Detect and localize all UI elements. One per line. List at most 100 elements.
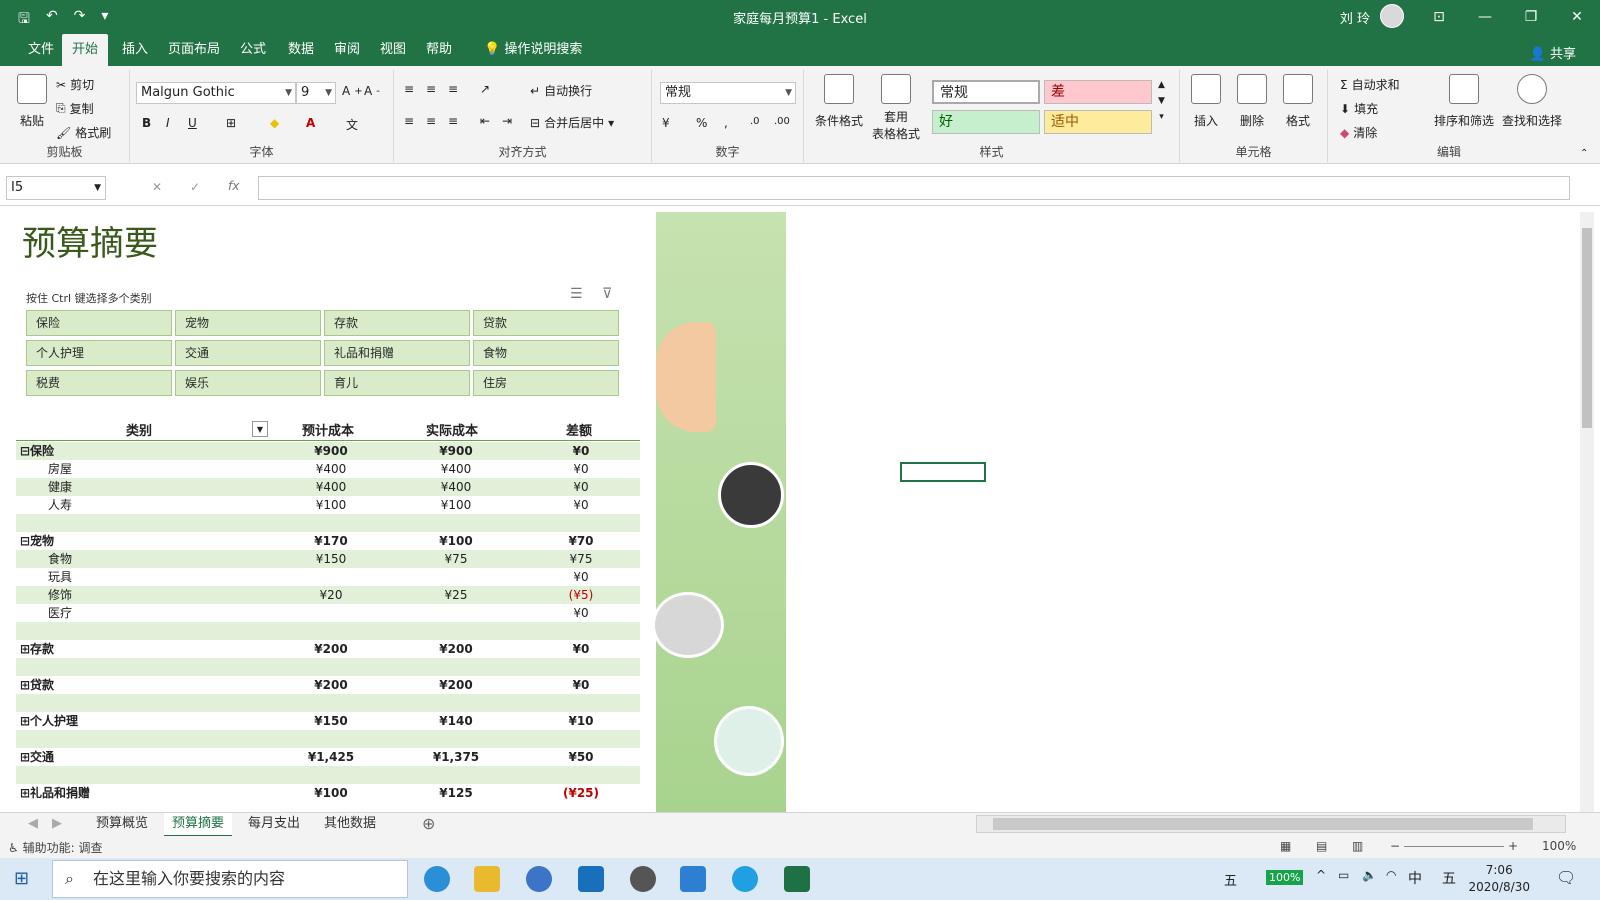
- decrease-decimal-icon[interactable]: .00: [774, 116, 790, 127]
- increase-indent-icon[interactable]: ⇥: [502, 114, 512, 128]
- number-format-select[interactable]: 常规 ▼: [660, 82, 796, 104]
- worksheet[interactable]: 预算摘要 按住 Ctrl 键选择多个类别 ☰ ⊽ 保险 宠物 存款 贷款 个人护理 交通礼…: [0, 212, 1568, 812]
- insert-function-icon[interactable]: fx: [228, 179, 239, 193]
- tab-view[interactable]: 视图: [370, 34, 416, 66]
- selected-cell[interactable]: [900, 462, 986, 482]
- currency-icon[interactable]: ¥: [662, 116, 670, 130]
- slicer-item[interactable]: 保险: [26, 310, 172, 336]
- table-row[interactable]: ⊞个人护理 ¥150 ¥140 ¥10: [16, 712, 640, 730]
- language-indicator[interactable]: 中: [1408, 868, 1422, 888]
- filter-dropdown-icon[interactable]: ▼: [252, 421, 268, 437]
- style-normal[interactable]: 常规: [932, 80, 1040, 104]
- paste-button[interactable]: 粘贴: [12, 74, 52, 129]
- table-row[interactable]: 健康 ¥400 ¥400 ¥0: [16, 478, 640, 496]
- table-row[interactable]: ⊟保险 ¥900 ¥900 ¥0: [16, 442, 640, 460]
- table-row[interactable]: [16, 622, 640, 640]
- tab-file[interactable]: 文件: [18, 34, 64, 66]
- tab-page-layout[interactable]: 页面布局: [158, 34, 230, 66]
- phonetic-icon[interactable]: 文: [346, 116, 358, 133]
- scroll-thumb[interactable]: [1582, 228, 1592, 428]
- table-row[interactable]: ⊞礼品和捐赠 ¥100 ¥125 (¥25): [16, 784, 640, 802]
- underline-button[interactable]: U: [188, 116, 197, 130]
- photos-icon[interactable]: [680, 866, 706, 892]
- format-as-table-button[interactable]: 套用 表格格式: [866, 74, 926, 142]
- italic-button[interactable]: I: [166, 116, 170, 130]
- zoom-in-icon[interactable]: +: [1508, 839, 1518, 853]
- excel-icon[interactable]: [784, 866, 810, 892]
- tab-data[interactable]: 数据: [278, 34, 324, 66]
- orientation-icon[interactable]: ↗: [480, 82, 490, 96]
- font-color-icon[interactable]: A: [306, 116, 315, 130]
- zoom-slider[interactable]: [1404, 846, 1504, 847]
- tab-review[interactable]: 审阅: [324, 34, 370, 66]
- table-row[interactable]: 房屋 ¥400 ¥400 ¥0: [16, 460, 640, 478]
- decrease-font-icon[interactable]: A-: [364, 84, 380, 98]
- slicer-item[interactable]: 食物: [473, 340, 619, 366]
- view-page-break-icon[interactable]: ▥: [1352, 839, 1363, 853]
- sheet-tab-monthly[interactable]: 每月支出: [240, 813, 308, 837]
- border-icon[interactable]: ⊞: [226, 116, 236, 130]
- table-row[interactable]: ⊞贷款 ¥200 ¥200 ¥0: [16, 676, 640, 694]
- clock-app-icon[interactable]: [526, 866, 552, 892]
- clear-button[interactable]: ◆ 清除: [1340, 124, 1377, 141]
- copy-button[interactable]: ⎘ 复制: [56, 100, 94, 117]
- table-row[interactable]: [16, 730, 640, 748]
- find-select-button[interactable]: 查找和选择: [1500, 74, 1564, 129]
- mail-icon[interactable]: [578, 866, 604, 892]
- percent-icon[interactable]: %: [696, 116, 707, 130]
- comma-icon[interactable]: ,: [724, 116, 728, 130]
- slicer-item[interactable]: 礼品和捐赠: [324, 340, 470, 366]
- tab-insert[interactable]: 插入: [112, 34, 158, 66]
- autosum-button[interactable]: Σ 自动求和: [1340, 76, 1400, 93]
- enter-icon[interactable]: ✓: [190, 180, 200, 194]
- multi-select-icon[interactable]: ☰: [570, 286, 583, 302]
- bold-button[interactable]: B: [142, 116, 151, 130]
- cut-button[interactable]: ✂ 剪切: [56, 76, 94, 93]
- increase-decimal-icon[interactable]: .0: [750, 116, 760, 127]
- conditional-format-button[interactable]: 条件格式: [814, 74, 864, 129]
- view-normal-icon[interactable]: ▦: [1280, 839, 1291, 853]
- font-size-select[interactable]: 9 ▼: [296, 82, 336, 104]
- decrease-indent-icon[interactable]: ⇤: [480, 114, 490, 128]
- table-row[interactable]: [16, 514, 640, 532]
- close-icon[interactable]: ✕: [1554, 0, 1600, 34]
- slicer-item[interactable]: 住房: [473, 370, 619, 396]
- align-middle-icon[interactable]: ≡: [426, 82, 436, 96]
- sheet-tab-summary[interactable]: 预算摘要: [164, 813, 233, 837]
- next-sheet-icon[interactable]: ▶: [44, 813, 70, 837]
- battery-icon[interactable]: ▭: [1338, 868, 1349, 882]
- wifi-icon[interactable]: ◠: [1386, 868, 1396, 882]
- slicer-item[interactable]: 税费: [26, 370, 172, 396]
- ribbon-display-icon[interactable]: ⊡: [1416, 0, 1462, 34]
- tell-me-search[interactable]: 💡 操作说明搜索: [474, 34, 592, 66]
- ie-icon[interactable]: [732, 866, 758, 892]
- slicer-item[interactable]: 育儿: [324, 370, 470, 396]
- add-sheet-icon[interactable]: ⊕: [414, 813, 443, 837]
- formula-input[interactable]: [258, 176, 1570, 200]
- tab-help[interactable]: 帮助: [416, 34, 462, 66]
- slicer-item[interactable]: 个人护理: [26, 340, 172, 366]
- sheet-tab-other[interactable]: 其他数据: [316, 813, 384, 837]
- table-row[interactable]: ⊞存款 ¥200 ¥200 ¥0: [16, 640, 640, 658]
- table-row[interactable]: [16, 694, 640, 712]
- windows-start-icon[interactable]: ⊞: [14, 868, 29, 889]
- volume-icon[interactable]: 🔈: [1362, 868, 1377, 882]
- font-name-select[interactable]: Malgun Gothic ▼: [136, 82, 296, 104]
- insert-cells-button[interactable]: 插入: [1186, 74, 1226, 129]
- minimize-icon[interactable]: —: [1462, 0, 1508, 34]
- file-explorer-icon[interactable]: [474, 866, 500, 892]
- slicer-item[interactable]: 贷款: [473, 310, 619, 336]
- delete-cells-button[interactable]: 删除: [1232, 74, 1272, 129]
- style-bad[interactable]: 差: [1044, 80, 1152, 104]
- share-button[interactable]: 👤 共享: [1530, 43, 1576, 62]
- align-top-icon[interactable]: ≡: [404, 82, 414, 96]
- hscroll-thumb[interactable]: [993, 818, 1533, 830]
- align-left-icon[interactable]: ≡: [404, 114, 414, 128]
- sheet-tab-overview[interactable]: 预算概览: [88, 813, 156, 837]
- horizontal-scrollbar[interactable]: [976, 815, 1566, 833]
- zoom-out-icon[interactable]: −: [1390, 839, 1400, 853]
- wrap-text-button[interactable]: ↵ 自动换行: [530, 82, 592, 99]
- collapse-ribbon-icon[interactable]: ⌃: [1580, 148, 1588, 159]
- notification-icon[interactable]: 🗨: [1556, 868, 1576, 887]
- cancel-icon[interactable]: ✕: [152, 180, 162, 194]
